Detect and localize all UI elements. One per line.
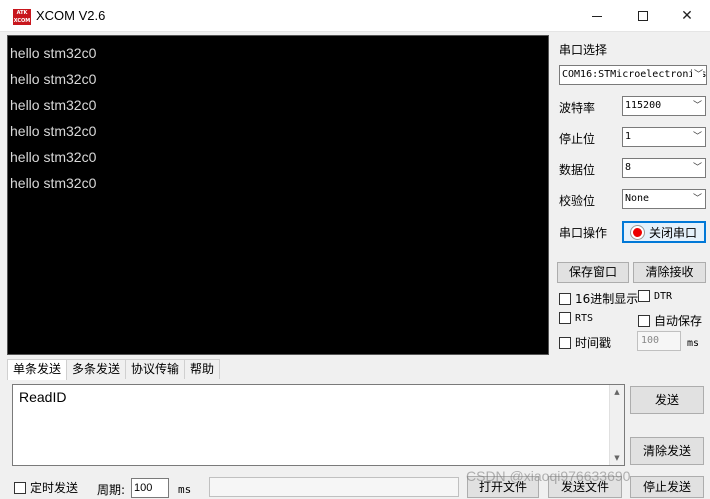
- parity-value: None: [625, 193, 650, 204]
- hex-display-label: 16进制显示: [575, 292, 639, 306]
- period-input[interactable]: 100: [131, 478, 169, 498]
- port-value: COM16:STMicroelectronics: [562, 69, 707, 80]
- close-port-label: 关闭串口: [648, 225, 697, 240]
- stop-send-button[interactable]: 停止发送: [630, 476, 704, 498]
- tab-multi-send[interactable]: 多条发送: [66, 359, 127, 379]
- rts-label: RTS: [575, 312, 594, 324]
- timestamp-label: 时间戳: [575, 336, 612, 350]
- send-text: ReadID: [19, 389, 67, 405]
- close-icon: ✕: [681, 8, 693, 24]
- maximize-button[interactable]: [620, 0, 666, 32]
- chevron-down-icon: ﹀: [691, 66, 703, 84]
- send-mode-tabs: 单条发送 多条发送 协议传输 帮助: [7, 359, 221, 380]
- port-label: 串口选择: [559, 43, 608, 57]
- chevron-down-icon: ﹀: [692, 163, 702, 173]
- dtr-label: DTR: [654, 290, 673, 302]
- scroll-down-icon[interactable]: ▼: [610, 451, 624, 465]
- file-path-field: [209, 477, 459, 497]
- tab-single-send[interactable]: 单条发送: [7, 359, 68, 380]
- receive-line: hello stm32c0: [10, 71, 97, 87]
- close-port-button[interactable]: 关闭串口: [622, 221, 706, 243]
- baud-select[interactable]: 115200 ﹀: [622, 96, 706, 116]
- data-bits-value: 8: [625, 162, 632, 173]
- stop-bits-value: 1: [625, 131, 632, 142]
- checkbox-icon: [559, 312, 571, 324]
- title-bar: ATK XCOM XCOM V2.6 ✕: [0, 0, 710, 32]
- period-label: 周期:: [97, 483, 126, 497]
- baud-label: 波特率: [559, 101, 596, 115]
- port-operation-label: 串口操作: [559, 226, 608, 240]
- timestamp-checkbox[interactable]: 时间戳: [559, 334, 611, 351]
- rts-checkbox[interactable]: RTS: [559, 312, 593, 324]
- data-bits-select[interactable]: 8 ﹀: [622, 158, 706, 178]
- stop-bits-label: 停止位: [559, 132, 596, 146]
- send-button[interactable]: 发送: [630, 386, 704, 414]
- tab-protocol[interactable]: 协议传输: [125, 359, 186, 379]
- timed-send-label: 定时发送: [30, 481, 79, 495]
- hex-display-checkbox[interactable]: 16进制显示: [559, 290, 638, 307]
- chevron-down-icon: ﹀: [692, 101, 702, 111]
- receive-area[interactable]: hello stm32c0 hello stm32c0 hello stm32c…: [7, 35, 549, 355]
- chevron-down-icon: ﹀: [692, 194, 702, 204]
- tab-help[interactable]: 帮助: [184, 359, 221, 379]
- stop-bits-select[interactable]: 1 ﹀: [622, 127, 706, 147]
- receive-line: hello stm32c0: [10, 149, 97, 165]
- save-window-button[interactable]: 保存窗口: [557, 262, 629, 283]
- receive-line: hello stm32c0: [10, 97, 97, 113]
- send-file-button[interactable]: 发送文件: [548, 476, 622, 498]
- period-unit: ms: [178, 483, 192, 496]
- clear-send-button[interactable]: 清除发送: [630, 437, 704, 465]
- app-logo: ATK XCOM: [13, 9, 31, 25]
- checkbox-icon: [559, 336, 571, 349]
- send-scrollbar[interactable]: ▲ ▼: [609, 385, 624, 465]
- auto-save-label: 自动保存: [654, 314, 703, 328]
- baud-value: 115200: [625, 100, 662, 111]
- receive-line: hello stm32c0: [10, 123, 97, 139]
- send-input[interactable]: ReadID ▲ ▼: [12, 384, 625, 466]
- parity-select[interactable]: None ﹀: [622, 189, 706, 209]
- auto-save-checkbox[interactable]: 自动保存: [638, 312, 702, 329]
- dtr-checkbox[interactable]: DTR: [638, 290, 672, 302]
- maximize-icon: [638, 11, 648, 21]
- status-led-icon: [630, 225, 644, 239]
- checkbox-icon: [14, 481, 26, 494]
- receive-line: hello stm32c0: [10, 175, 97, 191]
- window-title: XCOM V2.6: [36, 8, 106, 23]
- data-bits-label: 数据位: [559, 163, 596, 177]
- minimize-icon: [592, 15, 602, 17]
- chevron-down-icon: ﹀: [692, 132, 702, 142]
- checkbox-icon: [559, 292, 571, 305]
- checkbox-icon: [638, 290, 650, 302]
- timed-send-checkbox[interactable]: 定时发送: [14, 479, 78, 496]
- interval-unit: ms: [687, 338, 700, 349]
- minimize-button[interactable]: [574, 0, 620, 32]
- clear-receive-button[interactable]: 清除接收: [633, 262, 706, 283]
- port-select[interactable]: COM16:STMicroelectronics ﹀: [559, 65, 707, 85]
- open-file-button[interactable]: 打开文件: [467, 476, 539, 498]
- timestamp-interval-input[interactable]: 100: [637, 331, 681, 351]
- receive-line: hello stm32c0: [10, 45, 97, 61]
- close-button[interactable]: ✕: [664, 0, 710, 32]
- parity-label: 校验位: [559, 194, 596, 208]
- scroll-up-icon[interactable]: ▲: [610, 385, 624, 399]
- checkbox-icon: [638, 314, 650, 327]
